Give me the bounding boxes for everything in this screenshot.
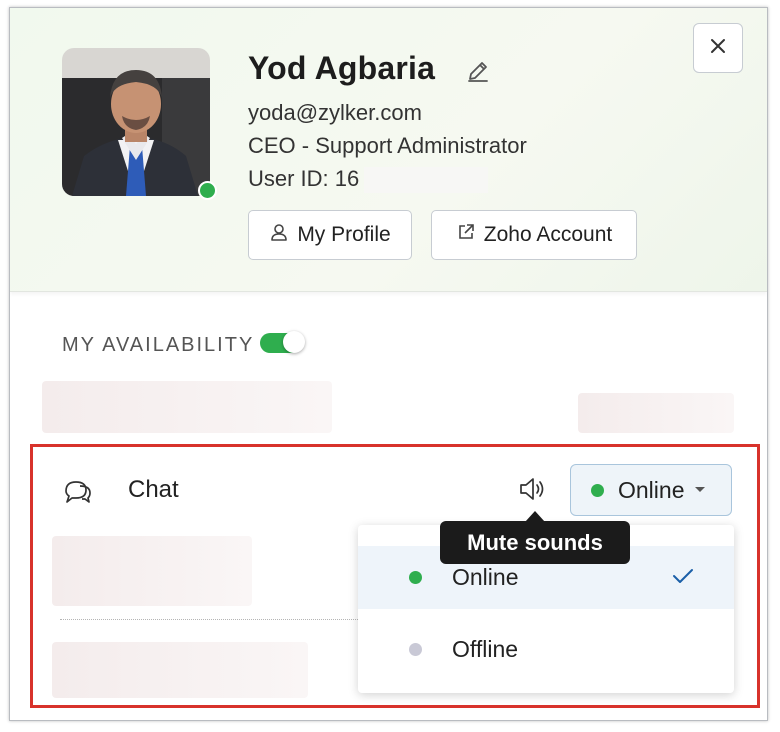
profile-panel: Yod Agbaria yoda@zylker.com CEO - Suppor… [9, 7, 768, 721]
profile-header: Yod Agbaria yoda@zylker.com CEO - Suppor… [10, 8, 767, 292]
redacted-region [364, 167, 488, 193]
user-name: Yod Agbaria [248, 50, 436, 86]
online-status-dot [198, 181, 217, 200]
user-id: User ID: 16 [248, 166, 360, 191]
user-email: yoda@zylker.com [248, 100, 422, 125]
availability-label: MY AVAILABILITY [62, 334, 255, 356]
edit-pencil-icon[interactable] [465, 58, 491, 84]
redacted-region [578, 393, 734, 433]
highlight-box [30, 444, 760, 708]
avatar [62, 48, 210, 196]
user-role: CEO - Support Administrator [248, 133, 527, 158]
my-profile-button[interactable]: My Profile [248, 210, 412, 260]
zoho-account-button[interactable]: Zoho Account [431, 210, 637, 260]
close-icon [709, 37, 727, 60]
external-link-icon [456, 222, 476, 248]
my-profile-label: My Profile [297, 223, 391, 246]
redacted-region [42, 381, 332, 433]
close-button[interactable] [693, 23, 743, 73]
toggle-knob [283, 331, 305, 353]
user-icon [269, 222, 289, 248]
availability-toggle[interactable] [260, 331, 305, 353]
zoho-account-label: Zoho Account [483, 223, 613, 246]
